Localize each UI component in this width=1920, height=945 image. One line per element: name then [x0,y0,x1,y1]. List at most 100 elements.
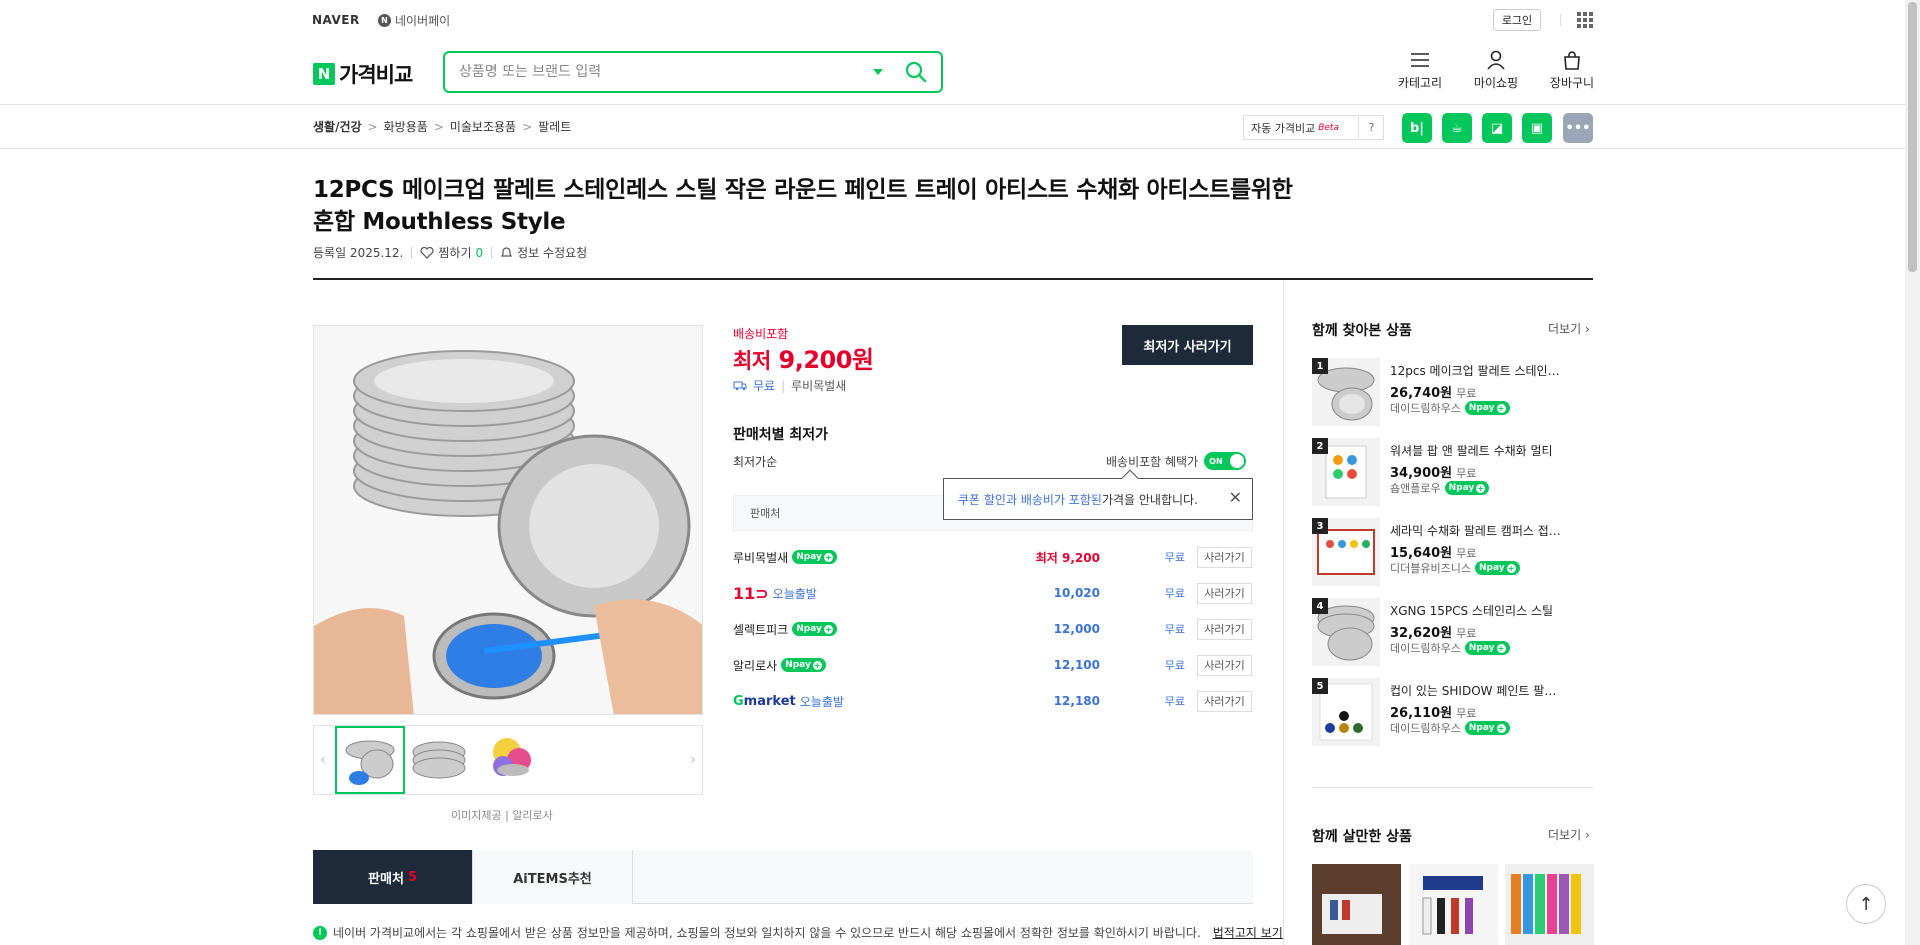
related-item-name: XGNG 15PCS 스테인리스 스틸 [1390,604,1554,618]
seller-row[interactable]: 셀렉트피크 Npay + 12,000 무료 사러가기 [733,611,1253,647]
seller-row[interactable]: 루비목벌새 Npay + 최저 9,200 무료 사러가기 [733,539,1253,575]
tooltip-highlight: 쿠폰 할인과 배송비가 포함된 [958,492,1102,507]
price-value: 32,620원 [1390,626,1453,641]
breadcrumb-item[interactable]: 팔레트 [538,118,571,135]
seller-mall: Gmarket 오늘출발 [733,693,1013,710]
divider [1560,14,1561,26]
lowest-price: 최저 9,200원 [733,340,874,375]
buy-together-image[interactable] [1505,864,1594,945]
npay-badge: Npay + [1464,641,1510,655]
rank-badge: 5 [1312,678,1328,694]
divider [491,247,493,258]
search-icon[interactable] [905,61,927,83]
buy-together-more-link[interactable]: 더보기 › [1548,826,1590,843]
tab-aitems[interactable]: AiTEMS추천 [473,850,633,904]
buy-button[interactable]: 사러가기 [1197,654,1252,676]
lowest-label: 최저 [733,349,771,373]
legal-link[interactable]: 법적고지 보기 [1213,924,1283,941]
mall-name: 셀렉트피크 [733,622,789,637]
buy-together-image[interactable] [1409,864,1498,945]
cart-button[interactable]: 장바구니 [1542,50,1602,91]
related-item-price: 26,740원 무료 [1390,382,1476,401]
scroll-to-top-button[interactable]: ↑ [1846,884,1886,924]
bookmark-share-icon[interactable]: ◪ [1482,113,1512,143]
myshopping-button[interactable]: 마이쇼핑 [1466,50,1526,91]
search-input[interactable] [459,64,873,80]
breadcrumb-item[interactable]: 미술보조용품 [450,118,516,135]
chevron-right-icon[interactable]: › [683,726,703,794]
seller-row[interactable]: 11⊃ 오늘출발 10,020 무료 사러가기 [733,575,1253,611]
plus-icon: + [1476,483,1486,493]
npay-badge-text: pay [1476,403,1495,413]
product-main-image[interactable] [313,325,703,715]
11st-logo-icon: 11⊃ [733,583,769,603]
more-share-icon[interactable]: ••• [1563,113,1593,143]
npay-badge: Npay + [1474,561,1520,575]
thumbnail-1[interactable] [335,726,405,794]
buy-button[interactable]: 사러가기 [1197,690,1252,712]
related-item[interactable]: 3 세라믹 수채화 팔레트 캠퍼스 접이식 15,640원 무료 디더블유비즈니스… [1312,518,1572,588]
buy-together-image[interactable] [1312,864,1401,945]
related-item-name: 12pcs 메이크업 팔레트 스테인리스 [1390,364,1565,378]
related-item-name: 세라믹 수채화 팔레트 캠퍼스 접이식 [1390,524,1565,538]
breadcrumb-item[interactable]: 화방용품 [384,118,428,135]
seller-row[interactable]: Gmarket 오늘출발 12,180 무료 사러가기 [733,683,1253,719]
wish-button[interactable]: 찜하기 0 [420,244,483,261]
apps-grid-icon[interactable] [1577,12,1593,28]
buy-button[interactable]: 사러가기 [1197,546,1252,568]
shop-name: 숍앤플로우 [1390,482,1441,495]
seller-shipping: 무료 [1164,659,1185,672]
related-item-shipping: 무료 [1456,627,1477,640]
related-item[interactable]: 2 워셔블 팝 앤 팔레트 수채화 멀티 34,900원 무료 숍앤플로우 Npay… [1312,438,1572,508]
scrollbar-thumb[interactable] [1908,2,1917,272]
cafe-share-icon[interactable]: ☕ [1442,113,1472,143]
price-value: 26,110원 [1390,706,1453,721]
related-item[interactable]: 1 12pcs 메이크업 팔레트 스테인리스 26,740원 무료 데이드림하우스… [1312,358,1572,428]
related-item-shop: 데이드림하우스 Npay + [1390,720,1510,736]
thumbnail-3[interactable] [477,726,547,794]
chevron-down-icon[interactable] [873,69,883,75]
npay-badge-text: pay [803,552,822,562]
related-item-shop: 데이드림하우스 Npay + [1390,640,1510,656]
login-button[interactable]: 로그인 [1493,9,1541,31]
related-item[interactable]: 4 XGNG 15PCS 스테인리스 스틸 32,620원 무료 데이드림하우스 N… [1312,598,1572,668]
cart-label: 장바구니 [1549,76,1595,90]
buy-button[interactable]: 사러가기 [1197,582,1252,604]
seller-section-title: 판매처별 최저가 [733,427,829,443]
seller-price: 최저 9,200 [1013,549,1100,566]
naver-n-icon: N [313,63,335,85]
npay-link[interactable]: N 네이버페이 [378,12,450,29]
buy-together-title: 함께 살만한 상품 [1312,829,1412,845]
sort-selector[interactable]: 최저가순 [733,453,777,470]
buy-button[interactable]: 사러가기 [1197,618,1252,640]
naver-logo[interactable]: NAVER [312,13,360,27]
buy-lowest-button[interactable]: 최저가 사러가기 [1122,325,1253,365]
lowest-seller[interactable]: 루비목벌새 [791,377,846,394]
product-title: 12PCS 메이크업 팔레트 스테인레스 스틸 작은 라운드 페인트 트레이 아… [313,174,1413,238]
price-compare-logo[interactable]: N 가격비교 [313,59,413,89]
thumbnail-2[interactable] [406,726,476,794]
breadcrumb-separator: > [433,119,444,134]
seller-row[interactable]: 알리로사 Npay + 12,100 무료 사러가기 [733,647,1253,683]
related-more-link[interactable]: 더보기 › [1548,320,1590,337]
blog-share-icon[interactable]: b| [1402,113,1432,143]
beta-badge: Beta [1318,122,1339,133]
help-button[interactable]: ? [1360,115,1384,140]
tab-sellers[interactable]: 판매처 5 [313,850,473,904]
search-box [443,51,943,93]
npay-badge: Npay + [1444,481,1490,495]
benefit-toggle[interactable]: ON [1204,452,1247,470]
edit-request-button[interactable]: 정보 수정요청 [500,244,587,261]
breadcrumb-separator: > [367,119,378,134]
content-tabs: 판매처 5 AiTEMS추천 [313,850,1253,904]
category-button[interactable]: 카테고리 [1390,50,1450,91]
close-icon[interactable]: ✕ [1229,488,1242,507]
auto-compare-button[interactable]: 자동 가격비교 Beta [1243,115,1359,140]
related-item[interactable]: 5 컵이 있는 SHIDOW 페인트 팔레트 26,110원 무료 데이드림하우스… [1312,678,1572,748]
price-value: 34,900원 [1390,466,1453,481]
related-title: 함께 찾아본 상품 [1312,323,1412,339]
breadcrumb-item[interactable]: 생활/건강 [313,118,362,135]
chevron-left-icon[interactable]: ‹ [313,726,333,794]
keep-share-icon[interactable]: ▣ [1522,113,1552,143]
price-tooltip: 쿠폰 할인과 배송비가 포함된 가격을 안내합니다. ✕ [943,478,1253,520]
